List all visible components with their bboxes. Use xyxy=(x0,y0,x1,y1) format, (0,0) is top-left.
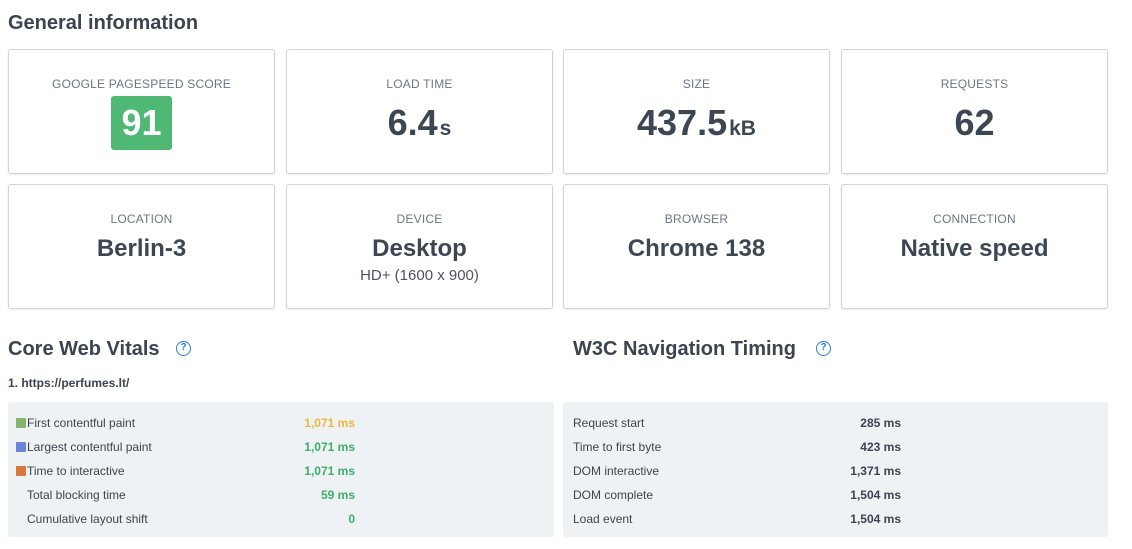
card-value: Chrome 138 xyxy=(627,235,766,262)
metric-label: First contentful paint xyxy=(27,416,136,430)
question-circle-icon[interactable]: ? xyxy=(816,341,831,356)
card-value: Native speed xyxy=(900,235,1049,262)
metric-row-tbt: Total blocking time 59 ms xyxy=(8,483,554,507)
value-number: 437.5 xyxy=(637,102,728,143)
metric-label: Largest contentful paint xyxy=(27,440,152,454)
card-value: 437.5kB xyxy=(564,101,829,151)
timing-row: Load event 1,504 ms xyxy=(563,507,1108,531)
timing-row: DOM interactive 1,371 ms xyxy=(563,459,1108,483)
timing-label: Time to first byte xyxy=(573,440,662,454)
timing-value: 1,371 ms xyxy=(850,464,901,478)
card-location: LOCATION Berlin-3 xyxy=(8,184,275,309)
metric-label: Cumulative layout shift xyxy=(27,512,148,526)
question-circle-icon[interactable]: ? xyxy=(176,341,191,356)
metric-value: 0 xyxy=(348,512,355,526)
page-title: General information xyxy=(8,12,199,34)
timing-row: DOM complete 1,504 ms xyxy=(563,483,1108,507)
timing-value: 285 ms xyxy=(860,416,901,430)
value-unit: kB xyxy=(729,117,756,140)
metric-row-fcp: First contentful paint 1,071 ms xyxy=(8,411,554,435)
card-label: LOAD TIME xyxy=(386,77,453,91)
card-value: 62 xyxy=(954,102,995,143)
tested-url: 1. https://perfumes.lt/ xyxy=(8,376,130,390)
w3c-timing-panel: Request start 285 ms Time to first byte … xyxy=(563,402,1108,537)
metric-value: 1,071 ms xyxy=(304,416,355,430)
card-label: LOCATION xyxy=(110,212,173,226)
metric-value: 1,071 ms xyxy=(304,440,355,454)
timing-label: DOM complete xyxy=(573,488,654,502)
w3c-navigation-timing-title: W3C Navigation Timing xyxy=(573,338,796,360)
card-value: 6.4s xyxy=(287,101,552,151)
timing-value: 1,504 ms xyxy=(850,512,901,526)
timing-label: Load event xyxy=(573,512,633,526)
legend-swatch xyxy=(16,466,26,476)
timing-label: DOM interactive xyxy=(573,464,660,478)
pagespeed-score-badge: 91 xyxy=(111,96,172,150)
metric-row-cls: Cumulative layout shift 0 xyxy=(8,507,554,531)
timing-value: 423 ms xyxy=(860,440,901,454)
card-value: Berlin-3 xyxy=(96,235,187,262)
metric-row-tti: Time to interactive 1,071 ms xyxy=(8,459,554,483)
card-device: DEVICE Desktop HD+ (1600 x 900) xyxy=(286,184,553,309)
core-web-vitals-title: Core Web Vitals xyxy=(8,338,160,360)
card-connection: CONNECTION Native speed xyxy=(841,184,1108,309)
card-requests: REQUESTS 62 xyxy=(841,49,1108,174)
metric-label: Total blocking time xyxy=(27,488,126,502)
metric-label: Time to interactive xyxy=(27,464,125,478)
card-label: REQUESTS xyxy=(940,77,1009,91)
timing-value: 1,504 ms xyxy=(850,488,901,502)
card-label: SIZE xyxy=(682,77,711,91)
timing-row: Request start 285 ms xyxy=(563,411,1108,435)
timing-label: Request start xyxy=(573,416,645,430)
metric-value: 59 ms xyxy=(320,488,355,502)
card-subvalue: HD+ (1600 x 900) xyxy=(360,267,479,284)
card-value: Desktop xyxy=(372,235,467,262)
card-pagespeed-score: GOOGLE PAGESPEED SCORE 91 xyxy=(8,49,275,174)
value-number: 6.4 xyxy=(387,102,438,143)
core-web-vitals-panel: First contentful paint 1,071 ms Largest … xyxy=(8,402,554,537)
card-label: GOOGLE PAGESPEED SCORE xyxy=(52,77,231,91)
card-label: DEVICE xyxy=(396,212,443,226)
metric-row-lcp: Largest contentful paint 1,071 ms xyxy=(8,435,554,459)
legend-swatch xyxy=(16,442,26,452)
card-load-time: LOAD TIME 6.4s xyxy=(286,49,553,174)
value-unit: s xyxy=(439,117,452,140)
card-label: CONNECTION xyxy=(933,212,1016,226)
card-browser: BROWSER Chrome 138 xyxy=(563,184,830,309)
card-size: SIZE 437.5kB xyxy=(563,49,830,174)
card-label: BROWSER xyxy=(664,212,729,226)
timing-row: Time to first byte 423 ms xyxy=(563,435,1108,459)
metric-value: 1,071 ms xyxy=(304,464,355,478)
legend-swatch xyxy=(16,418,26,428)
